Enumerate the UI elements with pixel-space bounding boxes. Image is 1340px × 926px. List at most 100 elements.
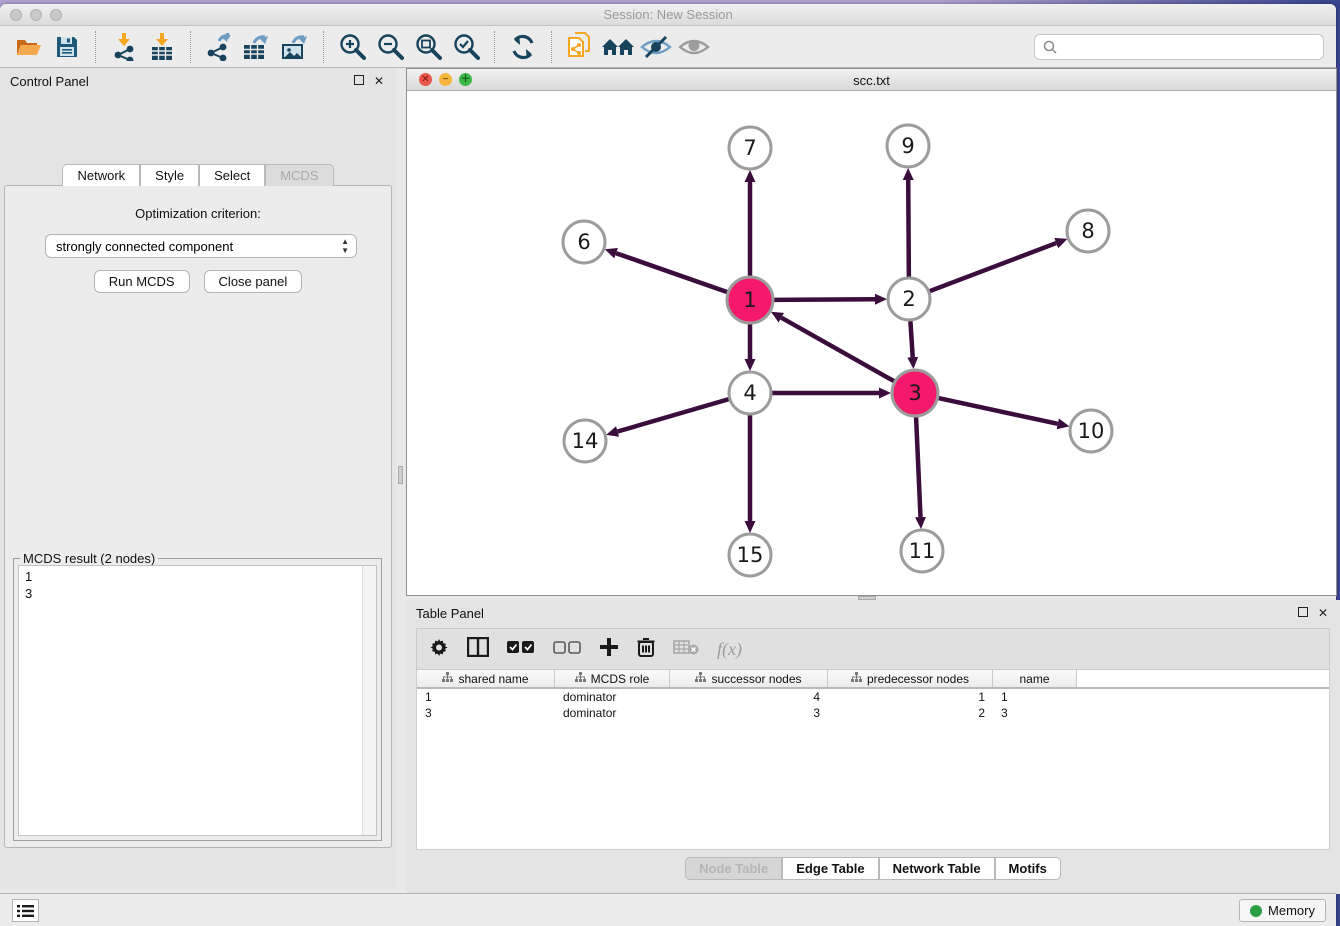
zoom-selected-icon[interactable] <box>449 30 483 64</box>
table-toolbar: f(x) <box>416 628 1330 670</box>
home-network-icon[interactable] <box>601 30 635 64</box>
cell-shared-name[interactable]: 3 <box>417 705 555 721</box>
graph-node-11[interactable]: 11 <box>901 530 943 572</box>
table-row[interactable]: 1dominator411 <box>417 689 1329 705</box>
table-panel: Table Panel ✕ <box>406 600 1340 894</box>
graph-node-1[interactable]: 1 <box>727 277 773 323</box>
search-input[interactable] <box>1063 40 1315 55</box>
float-table-panel-icon[interactable] <box>1298 607 1308 619</box>
close-panel-icon[interactable]: ✕ <box>374 75 384 87</box>
edge-2-3[interactable] <box>910 321 912 357</box>
cell-successor-nodes[interactable]: 3 <box>670 705 828 721</box>
cell-MCDS-role[interactable]: dominator <box>555 689 670 705</box>
deselect-all-icon[interactable] <box>553 640 581 659</box>
mcds-result-groupbox: MCDS result (2 nodes) 1 3 <box>13 558 382 841</box>
graph-node-3[interactable]: 3 <box>892 370 938 416</box>
column-header-name[interactable]: name <box>993 670 1077 687</box>
cell-predecessor-nodes[interactable]: 1 <box>828 689 993 705</box>
close-panel-button[interactable]: Close panel <box>204 270 303 293</box>
table-settings-icon[interactable] <box>429 637 449 662</box>
zoom-fit-icon[interactable] <box>411 30 445 64</box>
table-row[interactable]: 3dominator323 <box>417 705 1329 721</box>
tab-motifs[interactable]: Motifs <box>995 857 1061 880</box>
mcds-result-area[interactable]: 1 3 <box>18 565 377 836</box>
delete-table-icon[interactable] <box>673 639 699 660</box>
svg-text:14: 14 <box>572 429 599 453</box>
graph-node-4[interactable]: 4 <box>729 372 771 414</box>
edge-1-6[interactable] <box>616 253 727 292</box>
graph-node-14[interactable]: 14 <box>564 420 606 462</box>
zoom-in-icon[interactable] <box>335 30 369 64</box>
edge-3-1[interactable] <box>781 318 894 382</box>
table-panel-title: Table Panel <box>416 606 484 621</box>
add-column-icon[interactable] <box>599 637 619 662</box>
tab-network[interactable]: Network <box>62 164 140 186</box>
column-header-MCDS-role[interactable]: MCDS role <box>555 670 670 687</box>
search-box[interactable] <box>1034 34 1324 60</box>
memory-button[interactable]: Memory <box>1239 899 1326 922</box>
cell-predecessor-nodes[interactable]: 2 <box>828 705 993 721</box>
network-window-titlebar[interactable]: ✕ − ＋ scc.txt <box>407 69 1336 91</box>
edge-2-8[interactable] <box>930 243 1057 291</box>
function-builder-icon[interactable]: f(x) <box>717 639 742 660</box>
criterion-select[interactable]: strongly connected component ▲▼ <box>45 234 357 258</box>
sort-tree-icon <box>442 672 453 686</box>
run-mcds-button[interactable]: Run MCDS <box>94 270 190 293</box>
open-session-icon[interactable] <box>12 30 46 64</box>
cell-shared-name[interactable]: 1 <box>417 689 555 705</box>
edge-1-2[interactable] <box>774 299 875 300</box>
table-panel-tabs: Node TableEdge TableNetwork TableMotifs <box>406 857 1340 880</box>
graph-node-7[interactable]: 7 <box>729 127 771 169</box>
vertical-splitter-handle[interactable] <box>398 466 403 484</box>
tab-edge-table[interactable]: Edge Table <box>782 857 878 880</box>
graph-node-15[interactable]: 15 <box>729 534 771 576</box>
show-columns-icon[interactable] <box>467 637 489 662</box>
edge-3-10[interactable] <box>938 398 1057 424</box>
tab-mcds[interactable]: MCDS <box>265 164 333 186</box>
import-network-icon[interactable] <box>107 30 141 64</box>
optimization-criterion-label: Optimization criterion: <box>5 206 391 221</box>
select-all-icon[interactable] <box>507 640 535 659</box>
edge-4-14[interactable] <box>618 399 729 431</box>
float-panel-icon[interactable] <box>354 75 364 87</box>
tab-select[interactable]: Select <box>199 164 265 186</box>
node-table[interactable]: shared nameMCDS rolesuccessor nodesprede… <box>416 670 1330 850</box>
network-graph-canvas[interactable]: 7 9 6 8 1 2 4 3 14 10 15 11 <box>407 91 1336 595</box>
edge-2-9[interactable] <box>908 180 909 277</box>
import-table-icon[interactable] <box>145 30 179 64</box>
export-image-icon[interactable] <box>278 30 312 64</box>
graph-node-2[interactable]: 2 <box>888 278 930 320</box>
task-history-button[interactable] <box>12 899 39 922</box>
export-table-icon[interactable] <box>240 30 274 64</box>
graph-node-9[interactable]: 9 <box>887 125 929 167</box>
export-network-icon[interactable] <box>202 30 236 64</box>
svg-text:7: 7 <box>743 136 756 160</box>
network-view-window: ✕ − ＋ scc.txt 7 9 6 8 1 2 4 3 14 10 15 11 <box>406 68 1337 596</box>
show-all-icon[interactable] <box>677 30 711 64</box>
cell-name[interactable]: 1 <box>993 689 1077 705</box>
graph-node-6[interactable]: 6 <box>563 221 605 263</box>
cell-MCDS-role[interactable]: dominator <box>555 705 670 721</box>
tab-node-table[interactable]: Node Table <box>685 857 782 880</box>
close-table-panel-icon[interactable]: ✕ <box>1318 607 1328 619</box>
network-window-title: scc.txt <box>407 73 1336 88</box>
save-session-icon[interactable] <box>50 30 84 64</box>
delete-column-icon[interactable] <box>637 637 655 662</box>
cell-successor-nodes[interactable]: 4 <box>670 689 828 705</box>
column-header-shared-name[interactable]: shared name <box>417 670 555 687</box>
cell-name[interactable]: 3 <box>993 705 1077 721</box>
result-scrollbar[interactable] <box>362 566 376 835</box>
refresh-layout-icon[interactable] <box>506 30 540 64</box>
column-header-successor-nodes[interactable]: successor nodes <box>670 670 828 687</box>
tab-style[interactable]: Style <box>140 164 199 186</box>
tab-network-table[interactable]: Network Table <box>879 857 995 880</box>
first-neighbors-icon[interactable] <box>563 30 597 64</box>
hide-selected-icon[interactable] <box>639 30 673 64</box>
edge-3-11[interactable] <box>916 417 920 517</box>
list-icon <box>17 904 34 918</box>
column-header-predecessor-nodes[interactable]: predecessor nodes <box>828 670 993 687</box>
graph-node-8[interactable]: 8 <box>1067 210 1109 252</box>
zoom-out-icon[interactable] <box>373 30 407 64</box>
graph-node-10[interactable]: 10 <box>1070 410 1112 452</box>
svg-text:2: 2 <box>902 287 915 311</box>
